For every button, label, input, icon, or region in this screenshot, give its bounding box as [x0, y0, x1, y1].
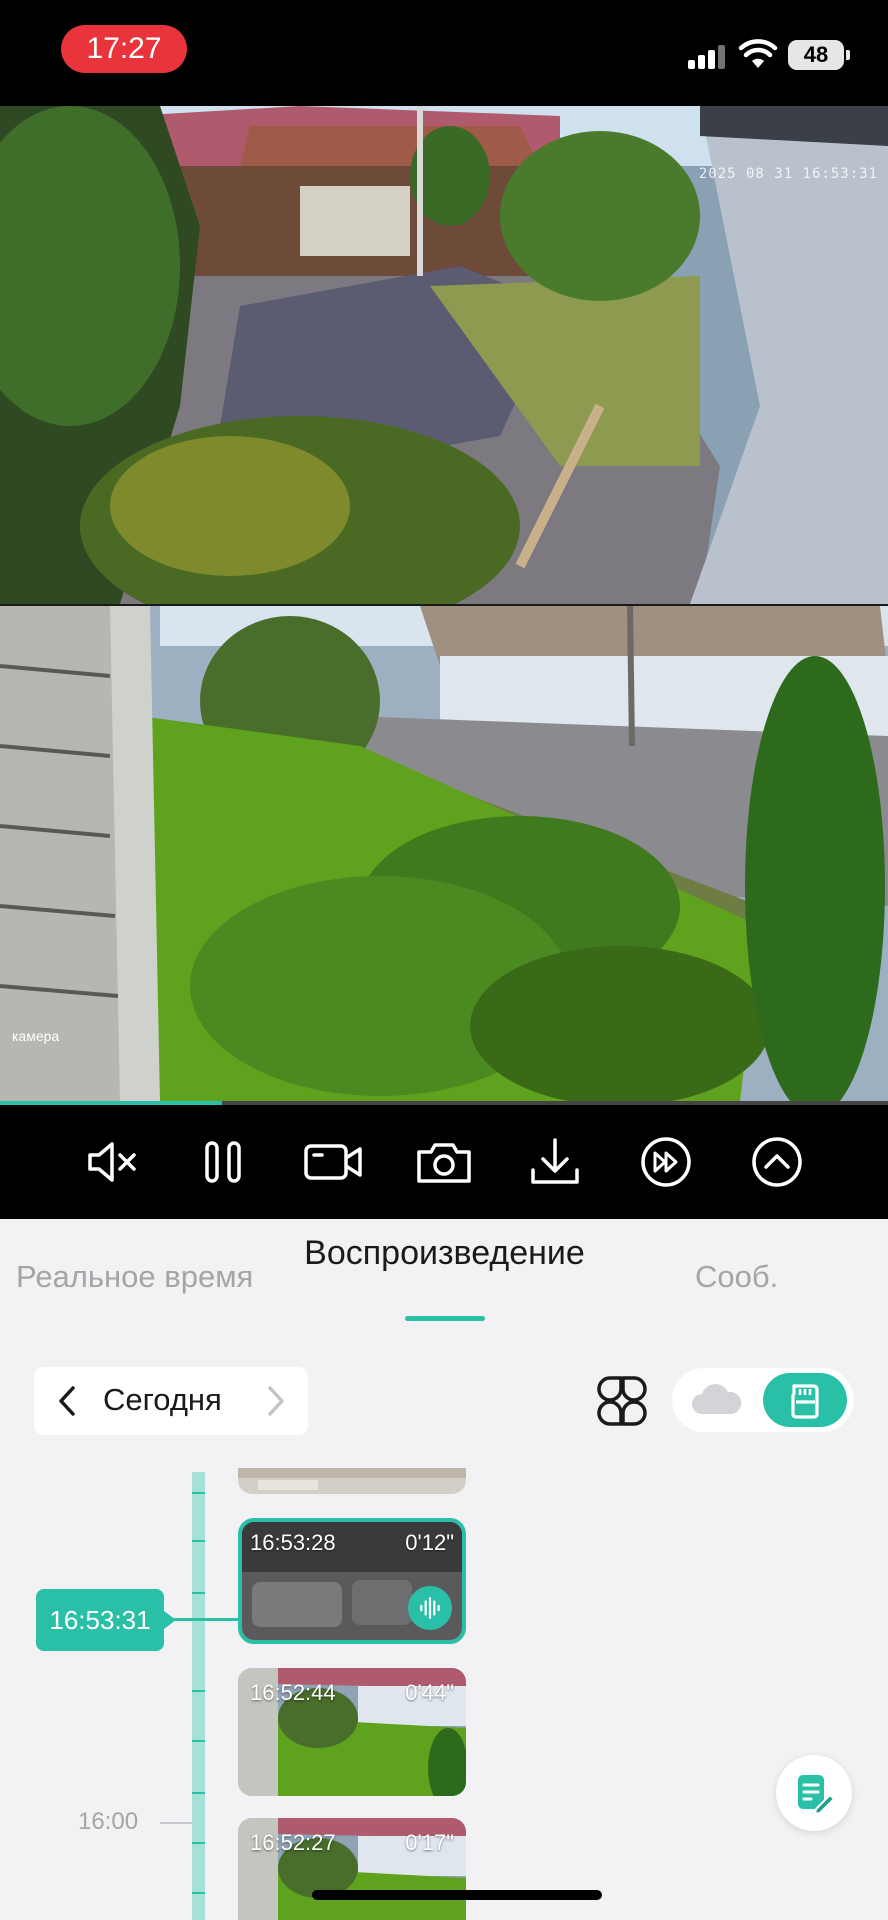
mute-button[interactable] — [79, 1129, 145, 1195]
timeline-tick — [192, 1592, 205, 1594]
speed-button[interactable] — [633, 1129, 699, 1195]
clip-duration: 0'44" — [405, 1680, 454, 1705]
cloud-storage-icon[interactable] — [688, 1376, 744, 1424]
audio-icon — [408, 1586, 452, 1630]
clip-start-time: 16:52:27 — [250, 1830, 336, 1855]
grid-view-icon[interactable] — [596, 1375, 648, 1427]
mode-tabs: Реальное время Воспроизведение Сооб. — [0, 1219, 888, 1339]
collapse-button[interactable] — [744, 1129, 810, 1195]
battery-indicator: 48 — [788, 40, 850, 70]
camera-icon — [417, 1143, 471, 1183]
download-button[interactable] — [522, 1129, 588, 1195]
edit-note-icon — [798, 1775, 836, 1815]
hour-tick — [160, 1822, 192, 1824]
feed-overlay-timestamp: 2025 08 31 16:53:31 — [698, 166, 878, 182]
camera-feed-top[interactable]: 2025 08 31 16:53:31 — [0, 106, 888, 604]
clip-start-time: 16:52:44 — [250, 1680, 336, 1705]
snapshot-button[interactable] — [411, 1129, 477, 1195]
camera-feed-bottom-image — [0, 606, 888, 1102]
chevron-up-icon — [752, 1137, 802, 1187]
chevron-left-icon[interactable] — [46, 1379, 90, 1423]
recording-clip[interactable]: 16:52:44 0'44" — [238, 1668, 466, 1796]
clip-start-time: 16:53:28 — [250, 1530, 336, 1555]
current-time-indicator: 16:53:31 — [36, 1589, 176, 1651]
sd-card-icon — [791, 1384, 819, 1419]
record-button[interactable] — [300, 1129, 366, 1195]
tab-playback[interactable]: Воспроизведение — [302, 1229, 587, 1277]
clip-duration: 0'12" — [405, 1530, 454, 1555]
download-icon — [531, 1138, 579, 1184]
timeline-tick — [192, 1690, 205, 1692]
active-tab-indicator — [405, 1316, 485, 1321]
fast-forward-icon — [641, 1137, 691, 1187]
timeline-hour-label: 16:00 — [78, 1808, 139, 1835]
clip-thumbnail — [238, 1468, 466, 1494]
notes-button[interactable] — [776, 1755, 852, 1831]
clip-duration: 0'17" — [405, 1830, 454, 1855]
timeline-tick — [192, 1492, 205, 1494]
tab-live[interactable]: Реальное время — [16, 1259, 253, 1295]
status-bar: 17:27 48 — [0, 0, 888, 106]
pause-button[interactable] — [190, 1129, 256, 1195]
sd-card-option[interactable] — [763, 1373, 847, 1427]
pause-icon — [205, 1141, 241, 1183]
date-label[interactable]: Сегодня — [103, 1382, 222, 1418]
wifi-icon — [738, 39, 778, 68]
recording-clip[interactable] — [238, 1468, 466, 1494]
cellular-signal-icon — [688, 43, 728, 69]
feed-camera-label: камера — [12, 1028, 60, 1044]
recording-clip-selected[interactable]: 16:53:28 0'12" — [238, 1518, 466, 1644]
storage-source-toggle — [672, 1368, 854, 1432]
timeline-tick — [192, 1892, 205, 1894]
speaker-muted-icon — [88, 1142, 136, 1182]
playback-controls — [0, 1105, 888, 1219]
status-time: 17:27 — [61, 25, 187, 73]
app-screen: 17:27 48 2025 08 31 16:53:31 камера Реал… — [0, 0, 888, 1920]
camera-feed-bottom[interactable]: камера — [0, 606, 888, 1102]
recording-clip[interactable]: 16:52:27 0'17" — [238, 1818, 466, 1920]
video-camera-icon — [304, 1144, 362, 1180]
timeline-tick — [192, 1740, 205, 1742]
home-indicator[interactable] — [312, 1890, 602, 1900]
tab-messages[interactable]: Сооб. — [695, 1259, 778, 1295]
timeline-tick — [192, 1842, 205, 1844]
chevron-right-icon[interactable] — [256, 1379, 296, 1423]
date-selector: Сегодня — [34, 1367, 308, 1435]
current-time-line — [170, 1618, 240, 1621]
timeline-tick — [192, 1540, 205, 1542]
timeline-tick — [192, 1792, 205, 1794]
